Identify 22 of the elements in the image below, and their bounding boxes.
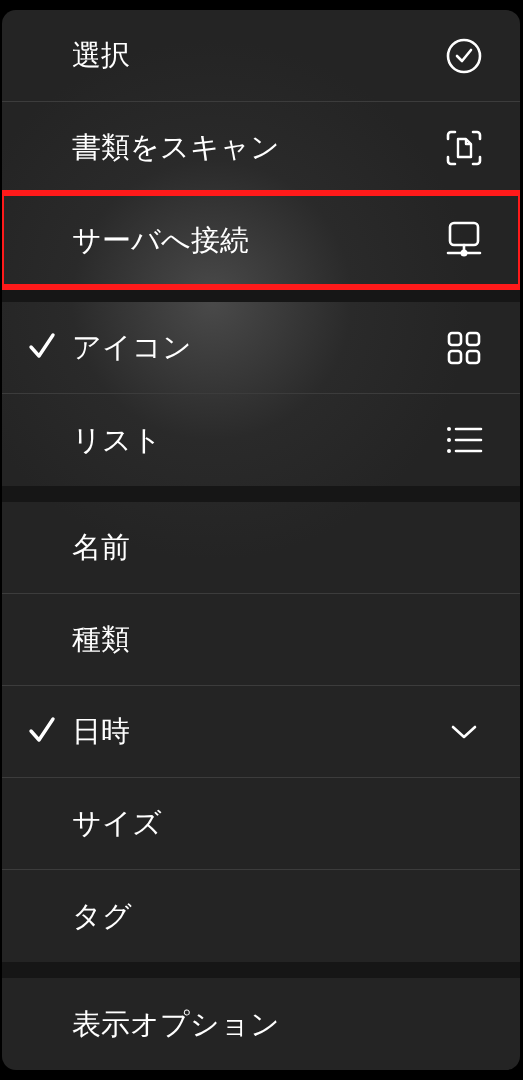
menu-item-label: 選択: [72, 38, 130, 73]
menu-item[interactable]: タグ: [2, 870, 520, 962]
menu-item-label: アイコン: [72, 330, 192, 365]
menu-item-label: 書類をスキャン: [72, 130, 280, 165]
menu-item-label: タグ: [72, 898, 132, 934]
menu-item-label: サーバへ接続: [72, 222, 249, 258]
menu-item[interactable]: アイコン: [2, 302, 520, 394]
menu-item[interactable]: サイズ: [2, 778, 520, 870]
menu-item-label: 日時: [72, 714, 130, 749]
menu-item[interactable]: 日時: [2, 686, 520, 778]
menu-item-label: 名前: [72, 530, 130, 565]
menu-item[interactable]: 名前: [2, 502, 520, 594]
menu-item-label: 種類: [72, 622, 130, 657]
menu-item[interactable]: リスト: [2, 394, 520, 486]
menu-item[interactable]: 種類: [2, 594, 520, 686]
menu-item[interactable]: 選択: [2, 10, 520, 102]
menu-item[interactable]: 表示オプション: [2, 978, 520, 1070]
menu-item-label: サイズ: [72, 806, 162, 841]
highlighted-menu-item[interactable]: サーバへ接続: [2, 194, 520, 286]
menu-item-label: 表示オプション: [72, 1006, 280, 1042]
menu-item-label: リスト: [72, 422, 162, 458]
menu-item[interactable]: 書類をスキャン: [2, 102, 520, 194]
